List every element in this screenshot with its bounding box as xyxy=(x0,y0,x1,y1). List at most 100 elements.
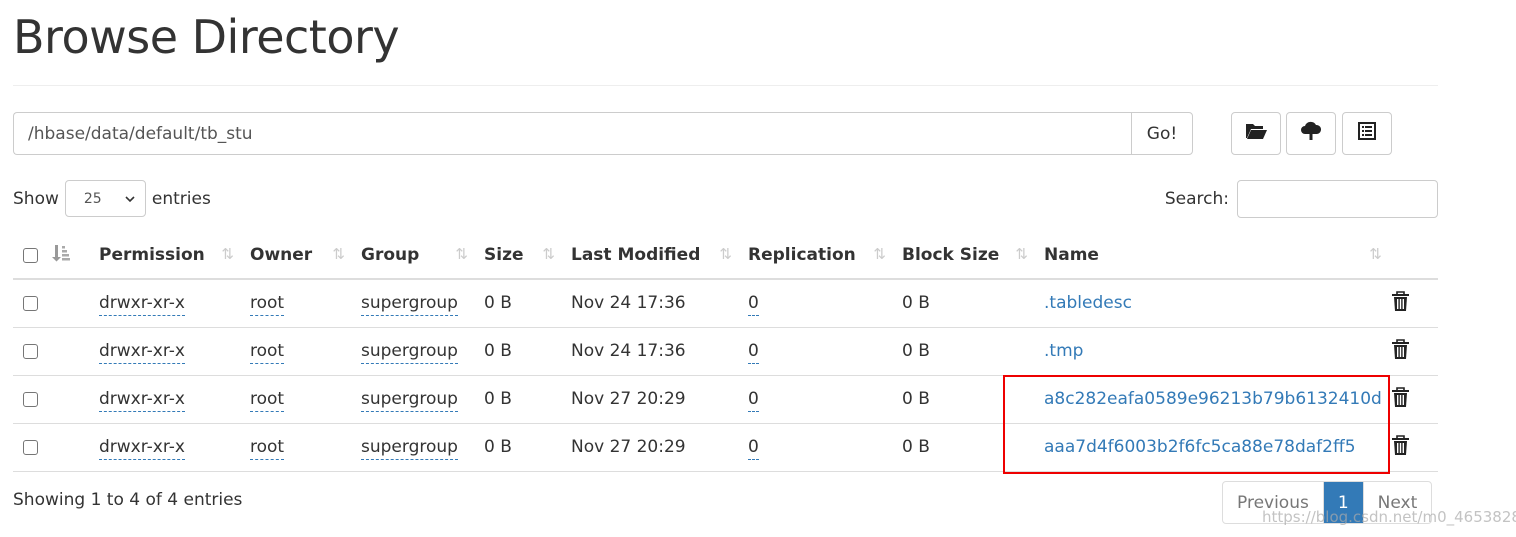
trash-icon[interactable] xyxy=(1391,386,1409,407)
permission-value[interactable]: drwxr-xr-x xyxy=(99,437,185,460)
file-name-link[interactable]: .tabledesc xyxy=(1044,293,1132,313)
table-row: drwxr-xr-x root supergroup 0 B Nov 27 20:29 0… xyxy=(13,375,1438,424)
permission-cell: drwxr-xr-x xyxy=(91,375,242,424)
file-name-link[interactable]: a8c282eafa0589e96213b79b6132410d xyxy=(1044,389,1382,409)
actions-cell xyxy=(1389,375,1438,424)
column-name[interactable]: Name ⇅ xyxy=(1036,232,1390,280)
replication-cell: 0 xyxy=(740,279,894,328)
owner-value[interactable]: root xyxy=(250,293,285,317)
group-value[interactable]: supergroup xyxy=(361,437,458,460)
row-checkbox[interactable] xyxy=(23,295,38,311)
search-filter: Search: xyxy=(1165,180,1438,218)
owner-value[interactable]: root xyxy=(250,389,285,412)
block-size-cell: 0 B xyxy=(894,279,1036,328)
title-divider xyxy=(13,85,1438,86)
entries-length: Show 25 entries xyxy=(13,180,211,217)
path-bar: Go! xyxy=(13,112,1193,155)
permission-cell: drwxr-xr-x xyxy=(91,423,242,472)
column-owner[interactable]: Owner ⇅ xyxy=(242,232,353,280)
trash-icon[interactable] xyxy=(1391,338,1409,359)
permission-value[interactable]: drwxr-xr-x xyxy=(99,341,185,364)
file-name-link[interactable]: aaa7d4f6003b2f6fc5ca88e78daf2ff5 xyxy=(1044,437,1356,457)
sort-amount-down-icon xyxy=(51,244,71,267)
owner-value[interactable]: root xyxy=(250,437,285,460)
column-block-size[interactable]: Block Size ⇅ xyxy=(894,232,1036,280)
row-checkbox[interactable] xyxy=(23,391,38,407)
search-label: Search: xyxy=(1164,189,1229,209)
column-group[interactable]: Group ⇅ xyxy=(353,232,476,280)
group-cell: supergroup xyxy=(353,327,476,376)
permission-cell: drwxr-xr-x xyxy=(91,327,242,376)
show-label: Show xyxy=(13,188,59,209)
replication-value[interactable]: 0 xyxy=(748,437,759,460)
search-input[interactable] xyxy=(1237,180,1438,218)
actions-cell xyxy=(1389,327,1438,376)
group-value[interactable]: supergroup xyxy=(361,389,458,412)
name-cell: aaa7d4f6003b2f6fc5ca88e78daf2ff5 xyxy=(1036,423,1390,472)
path-input[interactable] xyxy=(13,112,1131,155)
row-checkbox[interactable] xyxy=(23,343,38,359)
spacer-cell xyxy=(51,279,91,328)
owner-cell: root xyxy=(242,423,353,472)
name-cell: a8c282eafa0589e96213b79b6132410d xyxy=(1036,375,1390,424)
modified-cell: Nov 27 20:29 xyxy=(563,423,740,472)
size-cell: 0 B xyxy=(476,423,563,472)
modified-cell: Nov 24 17:36 xyxy=(563,279,740,328)
go-button[interactable]: Go! xyxy=(1131,112,1193,155)
row-select-cell xyxy=(13,375,51,424)
sort-icon: ⇅ xyxy=(455,245,468,263)
sort-icon: ⇅ xyxy=(1369,245,1382,263)
sort-icon: ⇅ xyxy=(1015,245,1028,263)
owner-cell: root xyxy=(242,279,353,328)
replication-cell: 0 xyxy=(740,423,894,472)
sort-icon: ⇅ xyxy=(542,245,555,263)
trash-icon[interactable] xyxy=(1391,434,1409,455)
entries-select-value: 25 xyxy=(83,190,102,207)
modified-cell: Nov 24 17:36 xyxy=(563,327,740,376)
sort-icon: ⇅ xyxy=(332,245,345,263)
column-last-modified[interactable]: Last Modified ⇅ xyxy=(563,232,740,280)
size-cell: 0 B xyxy=(476,375,563,424)
permission-value[interactable]: drwxr-xr-x xyxy=(99,389,185,412)
replication-value[interactable]: 0 xyxy=(748,389,759,412)
owner-value[interactable]: root xyxy=(250,341,285,364)
upload-button[interactable] xyxy=(1286,112,1336,155)
replication-cell: 0 xyxy=(740,375,894,424)
actions-cell xyxy=(1389,423,1438,472)
group-cell: supergroup xyxy=(353,375,476,424)
cut-paste-button[interactable] xyxy=(1342,112,1392,155)
spacer-cell xyxy=(51,327,91,376)
group-cell: supergroup xyxy=(353,423,476,472)
entries-select[interactable]: 25 xyxy=(64,180,146,217)
table-row: drwxr-xr-x root supergroup 0 B Nov 24 17:36 0… xyxy=(13,327,1438,376)
modified-cell: Nov 27 20:29 xyxy=(563,375,740,424)
actions-header xyxy=(1389,232,1438,280)
column-replication[interactable]: Replication ⇅ xyxy=(740,232,894,280)
sort-header[interactable] xyxy=(51,232,91,280)
sort-icon: ⇅ xyxy=(873,245,886,263)
group-value[interactable]: supergroup xyxy=(361,341,458,364)
block-size-cell: 0 B xyxy=(894,423,1036,472)
spacer-cell xyxy=(51,375,91,424)
file-name-link[interactable]: .tmp xyxy=(1044,341,1083,361)
column-size[interactable]: Size ⇅ xyxy=(476,232,563,280)
trash-icon[interactable] xyxy=(1391,290,1409,311)
size-cell: 0 B xyxy=(476,279,563,328)
permission-value[interactable]: drwxr-xr-x xyxy=(99,293,185,317)
column-permission[interactable]: Permission ⇅ xyxy=(91,232,242,280)
size-cell: 0 B xyxy=(476,327,563,376)
spacer-cell xyxy=(51,423,91,472)
block-size-cell: 0 B xyxy=(894,375,1036,424)
replication-value[interactable]: 0 xyxy=(748,293,759,317)
select-all-checkbox[interactable] xyxy=(23,247,38,263)
create-directory-button[interactable] xyxy=(1231,112,1281,155)
permission-cell: drwxr-xr-x xyxy=(91,279,242,328)
replication-value[interactable]: 0 xyxy=(748,341,759,364)
select-all-header xyxy=(13,232,51,280)
entries-label: entries xyxy=(151,188,211,209)
watermark: https://blog.csdn.net/m0_46538284 xyxy=(1262,508,1516,526)
block-size-cell: 0 B xyxy=(894,327,1036,376)
group-value[interactable]: supergroup xyxy=(361,293,458,317)
row-checkbox[interactable] xyxy=(23,439,38,455)
table-info: Showing 1 to 4 of 4 entries xyxy=(13,490,243,510)
